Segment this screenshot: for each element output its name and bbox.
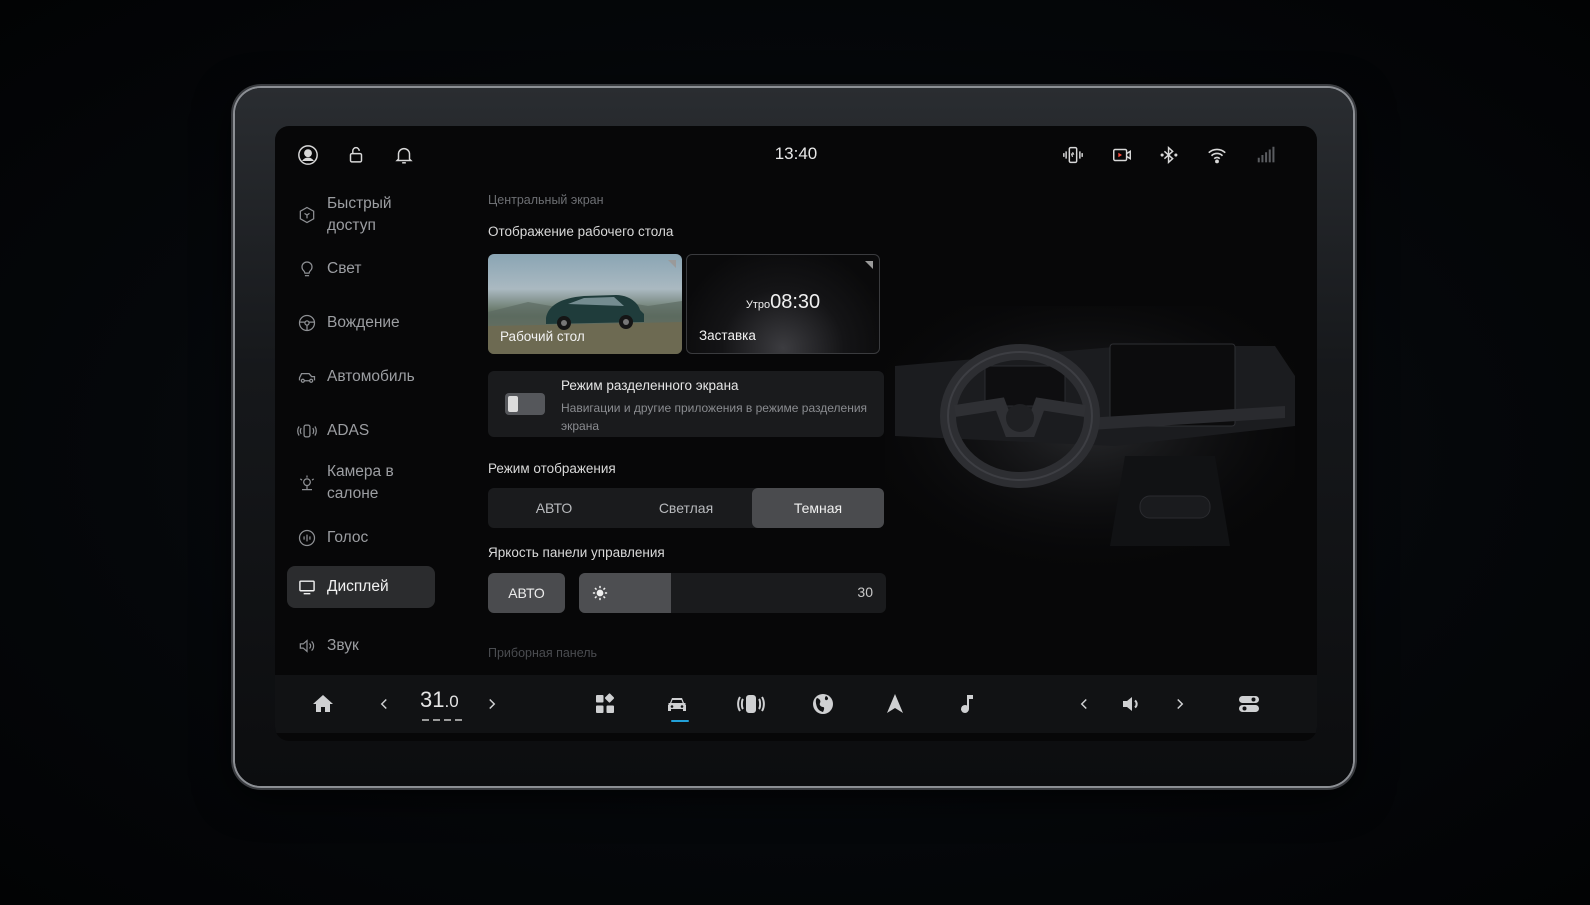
display-mode-option-auto[interactable]: АВТО bbox=[488, 488, 620, 528]
speaker-icon bbox=[297, 636, 317, 656]
cabin-temperature[interactable]: 31.0 bbox=[420, 687, 462, 721]
screensaver-card-label: Заставка bbox=[699, 328, 756, 343]
sidebar-item-label: Вождение bbox=[327, 314, 400, 331]
music-icon[interactable] bbox=[955, 692, 979, 716]
card-corner-marker bbox=[668, 260, 676, 268]
bulb-icon bbox=[297, 259, 317, 279]
steering-wheel-icon bbox=[297, 313, 317, 333]
temperature-decimal: .0 bbox=[444, 692, 459, 711]
display-mode-option-dark[interactable]: Темная bbox=[752, 488, 884, 528]
toggle-knob bbox=[508, 396, 518, 412]
sidebar-item-label: Автомобиль bbox=[327, 368, 415, 385]
sidebar-item-light[interactable]: Свет bbox=[287, 252, 435, 286]
sidebar-item-label: ADAS bbox=[327, 422, 370, 439]
sidebar-item-driving[interactable]: Вождение bbox=[287, 306, 435, 340]
phone-projection-icon[interactable] bbox=[1062, 144, 1084, 166]
sidebar-item-label: Свет bbox=[327, 260, 362, 277]
sidebar-item-cabin-camera[interactable]: Камера в салоне bbox=[287, 458, 435, 508]
card-corner-marker bbox=[865, 261, 873, 269]
status-bar: 13:40 bbox=[275, 126, 1317, 182]
brightness-title: Яркость панели управления bbox=[488, 545, 665, 560]
controls-icon[interactable] bbox=[1237, 692, 1261, 716]
split-screen-description: Навигации и другие приложения в режиме р… bbox=[561, 401, 868, 433]
desktop-display-title: Отображение рабочего стола bbox=[488, 224, 674, 239]
sidebar-item-sound[interactable]: Звук bbox=[287, 629, 435, 663]
navigation-icon[interactable] bbox=[883, 692, 907, 716]
split-screen-title: Режим разделенного экрана bbox=[561, 378, 739, 393]
signal-icon bbox=[1255, 144, 1277, 166]
display-mode-option-light[interactable]: Светлая bbox=[620, 488, 752, 528]
split-screen-toggle[interactable] bbox=[505, 393, 545, 415]
active-tab-indicator bbox=[671, 720, 689, 722]
globe-icon[interactable] bbox=[811, 692, 835, 716]
sidebar-item-label: Звук bbox=[327, 637, 359, 654]
phone-projection-icon[interactable] bbox=[737, 692, 765, 716]
sidebar-item-label: Голос bbox=[327, 529, 369, 546]
temperature-decrease-icon[interactable] bbox=[375, 692, 393, 716]
clock-period: Утро bbox=[745, 299, 771, 311]
brightness-slider[interactable]: 30 bbox=[579, 573, 886, 613]
section-label-instrument-panel: Приборная панель bbox=[488, 646, 598, 660]
adas-icon bbox=[297, 421, 317, 441]
wifi-icon[interactable] bbox=[1206, 144, 1228, 166]
bottom-dock: 31.0 bbox=[275, 675, 1317, 733]
sidebar-item-quick-access[interactable]: Быстрый доступ bbox=[287, 190, 435, 240]
dashcam-icon[interactable] bbox=[1111, 144, 1133, 166]
sidebar-item-voice[interactable]: Голос bbox=[287, 521, 435, 555]
sidebar-item-label: Быстрый доступ bbox=[327, 195, 392, 234]
sidebar-item-label: Дисплей bbox=[327, 578, 389, 595]
brightness-auto-button[interactable]: АВТО bbox=[488, 573, 565, 613]
car-icon bbox=[297, 367, 317, 387]
display-mode-title: Режим отображения bbox=[488, 461, 616, 476]
clock-value: 08:30 bbox=[770, 291, 821, 313]
sidebar-item-display[interactable]: Дисплей bbox=[287, 566, 435, 608]
sun-icon bbox=[591, 584, 609, 602]
split-screen-setting: Режим разделенного экрана Навигации и др… bbox=[488, 371, 884, 437]
desktop-card-label: Рабочий стол bbox=[500, 329, 585, 344]
voice-icon bbox=[297, 528, 317, 548]
brightness-value: 30 bbox=[857, 584, 873, 600]
volume-icon[interactable] bbox=[1120, 692, 1144, 716]
temperature-increase-icon[interactable] bbox=[483, 692, 501, 716]
sidebar-item-label: Камера в салоне bbox=[327, 463, 394, 502]
home-icon[interactable] bbox=[311, 692, 335, 716]
quick-access-icon bbox=[297, 205, 317, 225]
bluetooth-icon[interactable] bbox=[1158, 144, 1180, 166]
car-interior-illustration bbox=[885, 306, 1295, 566]
apps-icon[interactable] bbox=[593, 692, 617, 716]
sidebar-item-vehicle[interactable]: Автомобиль bbox=[287, 360, 435, 394]
display-icon bbox=[297, 577, 317, 597]
volume-increase-icon[interactable] bbox=[1171, 692, 1189, 716]
display-mode-selector: АВТО Светлая Темная bbox=[488, 488, 884, 528]
cabin-camera-icon bbox=[297, 473, 317, 493]
temperature-level-indicator bbox=[422, 719, 462, 721]
volume-decrease-icon[interactable] bbox=[1075, 692, 1093, 716]
screensaver-card[interactable]: Утро08:30 Заставка bbox=[686, 254, 880, 354]
infotainment-screen: 13:40 Быстрый доступ Свет Вождение Автом… bbox=[275, 126, 1317, 741]
section-label-center-screen: Центральный экран bbox=[488, 193, 604, 207]
sidebar-item-adas[interactable]: ADAS bbox=[287, 414, 435, 448]
screensaver-clock: Утро08:30 bbox=[687, 291, 879, 314]
temperature-integer: 31 bbox=[420, 687, 445, 712]
desktop-wallpaper-card[interactable]: Рабочий стол bbox=[488, 254, 682, 354]
car-icon[interactable] bbox=[665, 692, 689, 716]
